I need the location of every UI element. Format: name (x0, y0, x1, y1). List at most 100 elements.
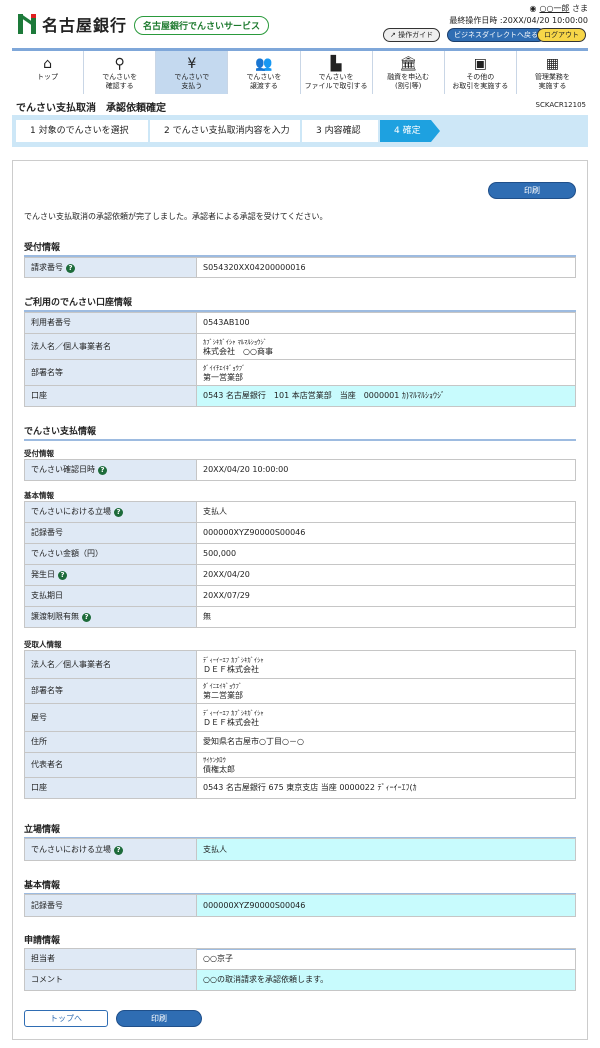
nav-item-2[interactable]: ¥でんさいで 支払う (156, 51, 228, 94)
row-value: 20XX/04/20 10:00:00 (197, 460, 576, 481)
row-label: 担当者 (25, 949, 197, 970)
home-icon: ⌂ (12, 55, 83, 73)
help-icon[interactable]: ? (66, 264, 75, 273)
nav-item-4[interactable]: ▙でんさいを ファイルで取引する (301, 51, 373, 94)
top-button[interactable]: トップへ (24, 1010, 108, 1027)
label-text: 利用者番号 (31, 318, 71, 327)
kana-text: ﾀﾞｲｲﾁｴｲｷﾞｮｳﾌﾞ (203, 363, 569, 373)
row-label: 記録番号 (25, 895, 197, 917)
subsection-receipt: 受付情報 (24, 448, 54, 459)
user-info: ◉○○一郎 さま (530, 3, 589, 14)
nav-item-7[interactable]: ▦管理業務を 実施する (517, 51, 588, 94)
section-basic: 基本情報 (24, 878, 576, 895)
main-nav: ⌂トップ⚲でんさいを 確認する¥でんさいで 支払う👥でんさいを 譲渡する▙でんさ… (12, 48, 588, 94)
table-row: 記録番号000000XYZ90000S00046 (25, 523, 576, 544)
row-label: 部署名等 (25, 360, 197, 386)
row-value: ○○京子 (197, 949, 576, 970)
row-value: 000000XYZ90000S00046 (197, 895, 576, 917)
step-4-current: 4 確定 (380, 120, 440, 142)
table-row: 口座 0543 名古屋銀行 101 本店営業部 当座 0000001 ｶ)ﾏﾙﾏﾙ… (25, 386, 576, 407)
label-text: 部署名等 (31, 368, 63, 377)
value-text: 20XX/04/20 (203, 570, 250, 579)
search-icon: ⚲ (84, 55, 155, 73)
screen-code: SCKACR12105 (536, 101, 586, 109)
table-pay_receipt: でんさい確認日時?20XX/04/20 10:00:00 (24, 459, 576, 481)
value-text: S054320XX04200000016 (203, 263, 306, 272)
row-label: 利用者番号 (25, 313, 197, 334)
label-text: 記録番号 (31, 528, 63, 537)
subsection-payee: 受取人情報 (24, 639, 62, 650)
row-label: 発生日? (25, 565, 197, 586)
row-value: S054320XX04200000016 (197, 258, 576, 278)
label-text: 支払期日 (31, 591, 63, 600)
table-row: 記録番号 000000XYZ90000S00046 (25, 895, 576, 917)
progress-steps: 1 対象のでんさいを選択 2 でんさい支払取消内容を入力 3 内容確認 4 確定 (12, 115, 588, 147)
value-text: 000000XYZ90000S00046 (203, 901, 305, 910)
table-account: 利用者番号0543AB100法人名／個人事業者名ｶﾌﾞｼｷｶﾞｲｼｬ ﾏﾙﾏﾙｼ… (24, 312, 576, 407)
page-title: でんさい支払取消 承認依頼確定 (16, 99, 166, 114)
help-icon[interactable]: ? (58, 571, 67, 580)
kana-text: ｻｲｹﾝﾀﾛｳ (203, 755, 569, 765)
row-label: 口座 (25, 778, 197, 799)
row-value: 0543 名古屋銀行 101 本店営業部 当座 0000001 ｶ)ﾏﾙﾏﾙｼｮ… (197, 386, 576, 407)
section-payment: でんさい支払情報 (24, 424, 576, 441)
value-text: 債権太郎 (203, 765, 235, 774)
label-text: 請求番号 (31, 263, 63, 272)
row-value: ﾃﾞｨｰｲｰｴﾌ ｶﾌﾞｼｷｶﾞｲｼｬＤＥＦ株式会社 (197, 651, 576, 679)
table-row: 利用者番号 0543AB100 (25, 313, 576, 334)
nav-item-0[interactable]: ⌂トップ (12, 51, 84, 94)
bank-icon: 🏛 (373, 55, 444, 73)
nav-item-5[interactable]: 🏛融資を申込む (割引等) (373, 51, 445, 94)
value-text: ○○の取消請求を承認依頼します。 (203, 975, 328, 984)
help-icon[interactable]: ? (82, 613, 91, 622)
label-text: 代表者名 (31, 760, 63, 769)
kana-text: ｶﾌﾞｼｷｶﾞｲｼｬ ﾏﾙﾏﾙｼｮｳｼﾞ (203, 337, 569, 347)
user-icon: ◉ (530, 4, 537, 13)
user-name-link[interactable]: ○○一郎 (539, 4, 569, 13)
help-icon[interactable]: ? (98, 466, 107, 475)
logout-button[interactable]: ログアウト (537, 28, 586, 42)
nav-item-3[interactable]: 👥でんさいを 譲渡する (228, 51, 300, 94)
label-text: 発生日 (31, 570, 55, 579)
section-receipt: 受付情報 (24, 240, 576, 257)
table-payee: 法人名／個人事業者名 ﾃﾞｨｰｲｰｴﾌ ｶﾌﾞｼｷｶﾞｲｼｬＤＥＦ株式会社部署名等… (24, 650, 576, 799)
nav-label: 融資を申込む (割引等) (373, 73, 444, 91)
etc-icon: ▣ (445, 55, 516, 73)
value-text: 株式会社 ○○商事 (203, 347, 273, 356)
print-button-top[interactable]: 印刷 (488, 182, 576, 199)
section-account: ご利用のでんさい口座情報 (24, 295, 576, 312)
row-value: 0543AB100 (197, 313, 576, 334)
table-row: コメント○○の取消請求を承認依頼します。 (25, 970, 576, 991)
table-row: 担当者○○京子 (25, 949, 576, 970)
bank-logo[interactable]: 名古屋銀行 (18, 12, 127, 36)
last-login: 最終操作日時 :20XX/04/20 10:00:00 (449, 15, 588, 26)
row-value: 20XX/04/20 (197, 565, 576, 586)
nav-item-6[interactable]: ▣その他の お取引を実施する (445, 51, 517, 94)
label-text: 譲渡制限有無 (31, 612, 79, 621)
table-basic: 記録番号 000000XYZ90000S00046 (24, 894, 576, 917)
table-row: 部署名等ﾀﾞｲﾆｴｲｷﾞｮｳﾌﾞ第二営業部 (25, 679, 576, 704)
row-value: ﾀﾞｲﾆｴｲｷﾞｮｳﾌﾞ第二営業部 (197, 679, 576, 704)
label-text: 口座 (31, 391, 47, 400)
table-pay_basic: でんさいにおける立場?支払人記録番号000000XYZ90000S00046でん… (24, 501, 576, 628)
section-position: 立場情報 (24, 822, 576, 839)
row-label: 譲渡制限有無? (25, 607, 197, 628)
help-icon[interactable]: ? (114, 508, 123, 517)
kana-text: ﾃﾞｨｰｲｰｴﾌ ｶﾌﾞｼｷｶﾞｲｼｬ (203, 708, 569, 718)
nav-item-1[interactable]: ⚲でんさいを 確認する (84, 51, 156, 94)
help-icon[interactable]: ? (114, 846, 123, 855)
table-row: でんさい金額（円）500,000 (25, 544, 576, 565)
user-suffix: さま (572, 4, 588, 13)
row-label: でんさいにおける立場? (25, 502, 197, 523)
business-direct-button[interactable]: ビジネスダイレクトへ戻る (447, 28, 545, 42)
nav-label: トップ (12, 73, 83, 82)
guide-button[interactable]: ↗ 操作ガイド (383, 28, 440, 42)
table-row: 発生日? 20XX/04/20 (25, 565, 576, 586)
print-button-bottom[interactable]: 印刷 (116, 1010, 202, 1027)
label-text: 法人名／個人事業者名 (31, 660, 111, 669)
value-text: 0543 名古屋銀行 675 東京支店 当座 0000022 ﾃﾞｨｰｲｰｴﾌ(… (203, 783, 417, 792)
row-value: ﾀﾞｲｲﾁｴｲｷﾞｮｳﾌﾞ第一営業部 (197, 360, 576, 386)
row-label: でんさい確認日時? (25, 460, 197, 481)
kana-text: ﾀﾞｲﾆｴｲｷﾞｮｳﾌﾞ (203, 681, 569, 691)
row-label: 法人名／個人事業者名 (25, 651, 197, 679)
